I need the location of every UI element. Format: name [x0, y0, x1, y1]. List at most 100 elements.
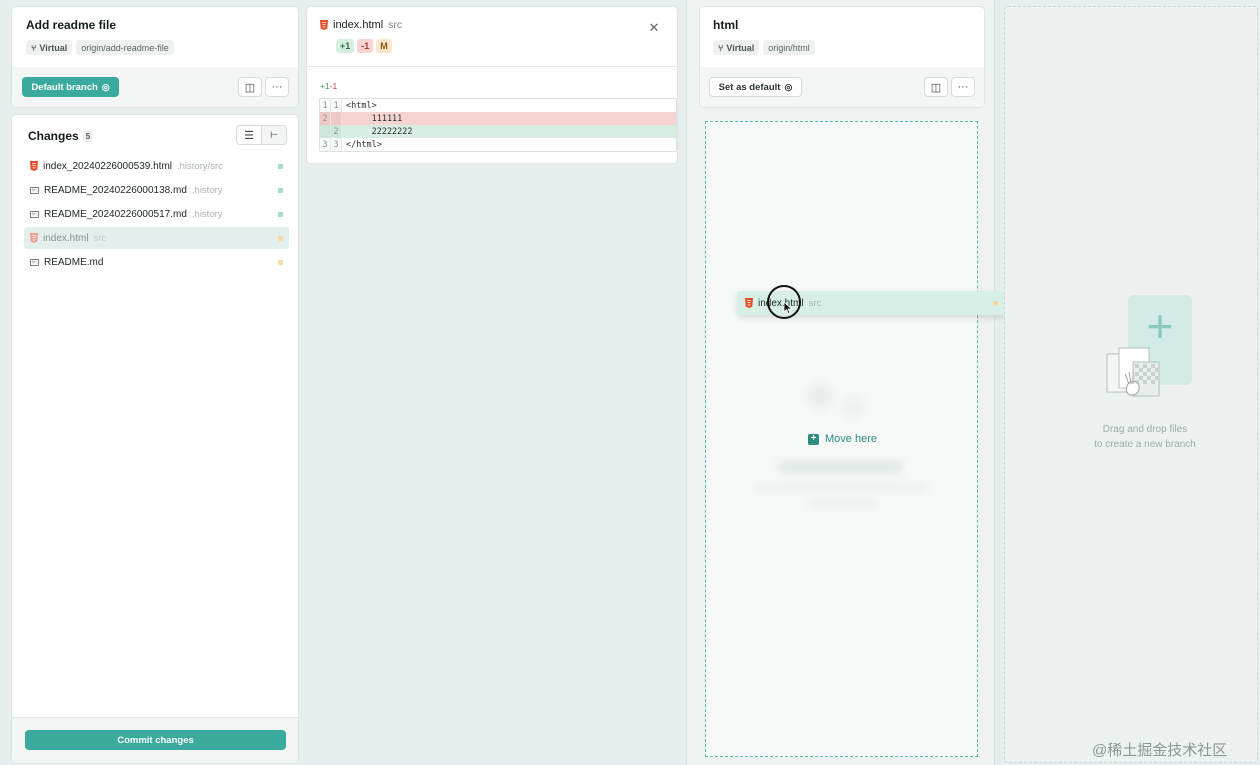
html-file-icon [745, 298, 753, 308]
file-dir: .history [191, 184, 223, 196]
blurred-text-block [778, 460, 903, 474]
markdown-file-icon: M↓ [30, 258, 39, 266]
file-dir: .history/src [177, 160, 223, 172]
file-name: README.md [44, 256, 104, 268]
blurred-illustration [796, 377, 891, 422]
modified-badge: M [376, 39, 392, 53]
new-line-number [331, 112, 342, 125]
file-name: README_20240226000517.md [44, 208, 187, 220]
mouse-pointer-icon [783, 301, 793, 315]
file-name: index_20240226000539.html [43, 160, 172, 172]
branch-card-html: html ⑂ Virtual origin/html Set as defaul… [699, 6, 985, 108]
diff-separator [307, 66, 677, 67]
diff-badges: +1 -1 M [336, 39, 392, 53]
plus-icon: + [1146, 300, 1174, 352]
html-file-icon [320, 20, 328, 30]
file-dir: .history [191, 208, 223, 220]
dragged-status-dot [993, 301, 998, 306]
old-line-number: 3 [320, 138, 331, 151]
html-origin-tag: origin/html [763, 40, 815, 55]
html-file-icon [30, 161, 38, 171]
tree-view-button[interactable]: ⊢ [261, 125, 287, 145]
more-options-button[interactable]: ··· [265, 77, 289, 97]
changes-title: Changes 5 [28, 129, 94, 143]
add-badge: +1 [336, 39, 355, 53]
file-list-item[interactable]: M↓ README.md [24, 251, 289, 273]
code-text: </html> [346, 139, 382, 150]
file-status-dot [278, 188, 283, 193]
commit-changes-button[interactable]: Commit changes [25, 730, 286, 750]
new-branch-hint: Drag and drop files to create a new bran… [1005, 422, 1260, 452]
diff-line: 1 1 <html> [320, 99, 676, 112]
diff-code-table: 1 1 <html> 2 111111 2 22222222 3 3 </html> [319, 98, 677, 152]
target-icon: ◎ [784, 81, 793, 92]
diff-card: index.html src +1 -1 M ✕ +1-1 1 1 <html> 2 … [306, 6, 678, 164]
origin-tag: origin/add-readme-file [76, 40, 174, 55]
diff-header: index.html src [320, 19, 402, 31]
file-name: index.html [43, 232, 89, 244]
ellipsis-icon: ··· [957, 81, 969, 93]
changes-card: Changes 5 ☰ ⊢ index_20240226000539.html.… [11, 114, 299, 764]
new-line-number: 2 [331, 125, 342, 138]
move-drop-zone[interactable]: + Move here [705, 121, 978, 757]
panel-icon: ◫ [244, 81, 256, 94]
file-list-item[interactable]: index.html src [24, 227, 289, 249]
move-here-label: + Move here [808, 433, 877, 445]
code-text: 111111 [346, 113, 403, 124]
markdown-file-icon: M↓ [30, 186, 39, 194]
html-virtual-tag: ⑂ Virtual [713, 40, 760, 55]
new-branch-drop-zone[interactable]: + Drag and drop files to create a new br… [1004, 6, 1258, 763]
dragged-file-dir: src [808, 297, 822, 309]
html-more-options-button[interactable]: ··· [951, 77, 975, 97]
old-line-number: 1 [320, 99, 331, 112]
branch-card-add-readme: Add readme file ⑂ Virtual origin/add-rea… [11, 6, 299, 108]
branch-tags: ⑂ Virtual origin/add-readme-file [26, 40, 174, 55]
tree-icon: ⊢ [270, 129, 278, 140]
diff-line: 3 3 </html> [320, 138, 676, 151]
layout-toggle-button[interactable]: ◫ [238, 77, 262, 97]
html-branch-tags: ⑂ Virtual origin/html [713, 40, 815, 55]
blurred-text-line-2 [808, 500, 878, 507]
html-file-icon [30, 233, 38, 243]
close-diff-button[interactable]: ✕ [647, 20, 661, 35]
file-status-dot [278, 260, 283, 265]
diff-line: 2 111111 [320, 112, 676, 125]
blurred-text-line [754, 484, 929, 491]
column-divider-2 [994, 0, 995, 765]
file-name: README_20240226000138.md [44, 184, 187, 196]
files-illustration-icon [1106, 347, 1160, 397]
diff-file-name: index.html [333, 19, 384, 31]
changes-count-badge: 5 [82, 130, 94, 142]
branch-title: Add readme file [26, 18, 117, 32]
diff-summary: +1-1 [320, 81, 338, 91]
virtual-tag: ⑂ Virtual [26, 40, 73, 55]
file-list-item[interactable]: index_20240226000539.html .history/src [24, 155, 289, 177]
list-view-button[interactable]: ☰ [236, 125, 262, 145]
code-text: 22222222 [346, 126, 413, 137]
file-status-dot [278, 212, 283, 217]
branch-icon: ⑂ [31, 42, 37, 53]
branch-icon: ⑂ [718, 42, 724, 53]
file-list-item[interactable]: M↓ README_20240226000138.md .history [24, 179, 289, 201]
hint-line-2: to create a new branch [1094, 439, 1196, 450]
file-list-item[interactable]: M↓ README_20240226000517.md .history [24, 203, 289, 225]
markdown-file-icon: M↓ [30, 210, 39, 218]
new-line-number: 1 [331, 99, 342, 112]
plus-square-icon: + [808, 433, 819, 445]
default-branch-button[interactable]: Default branch ◎ [22, 77, 119, 97]
set-as-default-button[interactable]: Set as default ◎ [709, 77, 802, 97]
diff-file-dir: src [388, 19, 403, 31]
code-text: <html> [346, 100, 377, 111]
hint-line-1: Drag and drop files [1102, 424, 1188, 435]
file-status-dot [278, 236, 283, 241]
target-icon: ◎ [101, 81, 110, 92]
ellipsis-icon: ··· [271, 81, 283, 93]
old-line-number: 2 [320, 112, 331, 125]
old-line-number [320, 125, 331, 138]
diff-line: 2 22222222 [320, 125, 676, 138]
html-branch-title: html [713, 18, 739, 32]
html-layout-toggle-button[interactable]: ◫ [924, 77, 948, 97]
panel-icon: ◫ [930, 81, 942, 94]
close-icon: ✕ [648, 20, 660, 35]
del-badge: -1 [357, 39, 374, 53]
